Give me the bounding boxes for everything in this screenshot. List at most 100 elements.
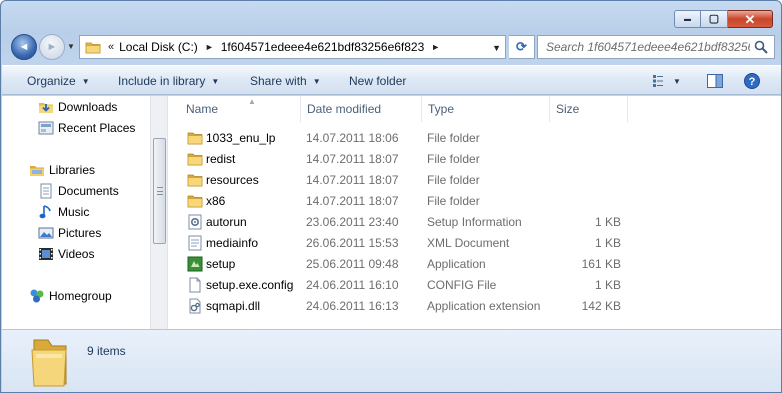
column-header-date-modified[interactable]: Date modified [301, 96, 422, 122]
sidebar-item-pictures[interactable]: Pictures [38, 224, 101, 242]
config-file-icon [187, 277, 203, 293]
table-row[interactable]: 1033_enu_lp 14.07.2011 18:06 File folder [168, 128, 781, 149]
file-name: resources [206, 173, 259, 187]
minimize-button[interactable]: ▬ [674, 10, 701, 28]
file-date-modified: 24.06.2011 16:10 [306, 278, 399, 292]
file-type: CONFIG File [427, 278, 497, 292]
homegroup-icon [29, 288, 45, 304]
scrollbar-grip-icon [157, 187, 163, 195]
organize-menu[interactable]: Organize ▼ [27, 74, 90, 88]
videos-icon [38, 246, 54, 262]
dropdown-arrow-icon: ▼ [81, 76, 90, 86]
scrollbar-thumb[interactable] [153, 138, 166, 244]
minimize-icon: ▬ [684, 15, 691, 23]
table-row[interactable]: sqmapi.dll 24.06.2011 16:13 Application ex… [168, 296, 781, 317]
breadcrumb-current-folder[interactable]: 1f604571edeee4e621bdf83256e6f823 [221, 40, 425, 54]
view-options-icon [653, 75, 664, 87]
sidebar-item-label: Pictures [58, 226, 102, 240]
sidebar-item-label: Documents [58, 184, 119, 198]
folder-icon [31, 339, 67, 387]
help-button[interactable]: ? [742, 71, 762, 91]
caption-buttons: ▬ ▢ ✕ [674, 10, 773, 28]
change-view-button[interactable]: ▼ [652, 71, 682, 91]
sidebar-item-downloads[interactable]: Downloads [38, 98, 117, 116]
file-name: 1033_enu_lp [206, 131, 276, 145]
sidebar-item-documents[interactable]: Documents [38, 182, 119, 200]
file-type: Setup Information [427, 215, 522, 229]
close-button[interactable]: ✕ [728, 10, 773, 28]
sidebar-item-homegroup[interactable]: Homegroup [29, 287, 112, 305]
maximize-button[interactable]: ▢ [701, 10, 728, 28]
table-row[interactable]: redist 14.07.2011 18:07 File folder [168, 149, 781, 170]
folder-icon [187, 172, 203, 188]
column-header-name[interactable]: Name ▲ [180, 96, 301, 122]
folder-icon [187, 193, 203, 209]
dropdown-arrow-icon: ▼ [211, 76, 220, 86]
sort-ascending-icon: ▲ [248, 97, 256, 106]
search-input[interactable] [538, 36, 750, 58]
search-box[interactable] [537, 35, 775, 59]
address-bar[interactable]: « Local Disk (C:) ► 1f604571edeee4e621bd… [79, 35, 506, 59]
refresh-button[interactable]: ⟳ [509, 35, 535, 59]
breadcrumb-separator-icon[interactable]: ► [431, 42, 440, 52]
breadcrumb-separator-icon[interactable]: ► [205, 42, 214, 52]
file-type: File folder [427, 152, 480, 166]
include-in-library-label: Include in library [118, 74, 206, 88]
navigation-pane: Downloads Recent Places Libraries Docume… [2, 96, 150, 329]
sidebar-item-recent-places[interactable]: Recent Places [38, 119, 135, 137]
documents-icon [38, 183, 54, 199]
sidebar-item-label: Homegroup [49, 289, 112, 303]
file-date-modified: 14.07.2011 18:07 [306, 152, 399, 166]
file-type: Application [427, 257, 486, 271]
file-size: 161 KB [581, 257, 621, 271]
back-button[interactable]: ◄ [11, 34, 37, 60]
column-header-label: Date modified [307, 102, 382, 116]
table-row[interactable]: setup.exe.config 24.06.2011 16:10 CONFIG F… [168, 275, 781, 296]
view-dropdown-arrow-icon: ▼ [673, 76, 681, 86]
address-dropdown-icon[interactable]: ▼ [492, 43, 501, 53]
pictures-icon [38, 225, 54, 241]
file-date-modified: 25.06.2011 09:48 [306, 257, 399, 271]
sidebar-item-videos[interactable]: Videos [38, 245, 94, 263]
file-name: setup [206, 257, 236, 271]
folder-icon [187, 130, 203, 146]
column-header-size[interactable]: Size [550, 96, 628, 122]
new-folder-button[interactable]: New folder [349, 74, 406, 88]
file-name: redist [206, 152, 236, 166]
search-icon[interactable] [754, 40, 768, 54]
refresh-icon: ⟳ [516, 39, 527, 54]
file-size: 142 KB [581, 299, 621, 313]
sidebar-item-libraries[interactable]: Libraries [29, 161, 95, 179]
column-header-type[interactable]: Type [422, 96, 550, 122]
table-row[interactable]: setup 25.06.2011 09:48 Application 161 KB [168, 254, 781, 275]
table-row[interactable]: x86 14.07.2011 18:07 File folder [168, 191, 781, 212]
table-row[interactable]: mediainfo 26.06.2011 15:53 XML Document 1 K… [168, 233, 781, 254]
share-with-menu[interactable]: Share with ▼ [250, 74, 321, 88]
file-size: 1 KB [594, 236, 621, 250]
column-header-label: Type [428, 102, 455, 116]
column-header-label: Name [186, 102, 219, 116]
maximize-icon: ▢ [708, 12, 720, 25]
breadcrumb-local-disk[interactable]: Local Disk (C:) [119, 40, 198, 54]
libraries-icon [29, 162, 45, 178]
recent-pages-dropdown[interactable]: ▼ [67, 42, 75, 51]
file-type: Application extension [427, 299, 541, 313]
address-overflow-chevron[interactable]: « [108, 41, 114, 53]
sidebar-item-label: Music [58, 205, 90, 219]
table-row[interactable]: autorun 23.06.2011 23:40 Setup Information… [168, 212, 781, 233]
preview-pane-button[interactable] [705, 71, 725, 91]
sidebar-item-label: Videos [58, 247, 95, 261]
close-icon: ✕ [744, 11, 756, 27]
dropdown-arrow-icon: ▼ [312, 76, 321, 86]
include-in-library-menu[interactable]: Include in library ▼ [118, 74, 219, 88]
table-row[interactable]: resources 14.07.2011 18:07 File folder [168, 170, 781, 191]
file-type: File folder [427, 194, 480, 208]
navigation-bar: ◄ ► ▼ « Local Disk (C:) ► 1f604571edeee4… [9, 33, 775, 61]
sidebar-item-music[interactable]: Music [38, 203, 89, 221]
navigation-pane-scrollbar[interactable] [150, 96, 167, 329]
music-icon [38, 204, 54, 220]
file-date-modified: 14.07.2011 18:06 [306, 131, 399, 145]
forward-button[interactable]: ► [39, 34, 65, 60]
sidebar-item-label: Downloads [58, 100, 118, 114]
file-name: setup.exe.config [206, 278, 294, 292]
